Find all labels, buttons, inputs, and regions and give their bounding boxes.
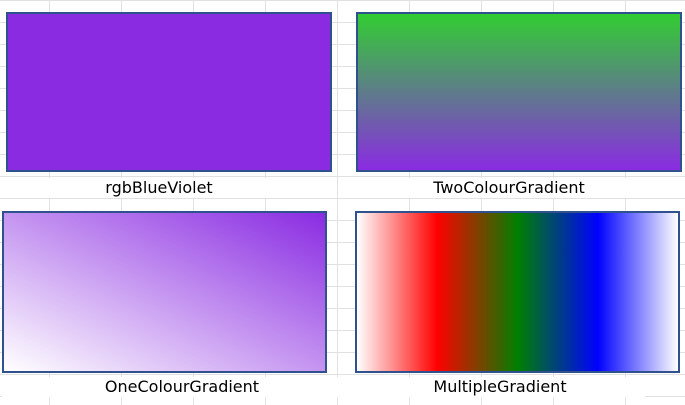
shape-one-colour-gradient[interactable] [2,211,327,373]
cell-label-two-colour-gradient: TwoColourGradient [356,178,662,198]
shape-two-colour-gradient[interactable] [356,12,682,172]
shape-rgb-blue-violet[interactable] [6,12,332,172]
cell-label-rgb-blue-violet: rgbBlueViolet [6,178,312,198]
cell-label-multiple-gradient: MultipleGradient [355,377,645,397]
shape-multiple-gradient[interactable] [355,211,680,373]
cell-label-one-colour-gradient: OneColourGradient [2,377,362,397]
